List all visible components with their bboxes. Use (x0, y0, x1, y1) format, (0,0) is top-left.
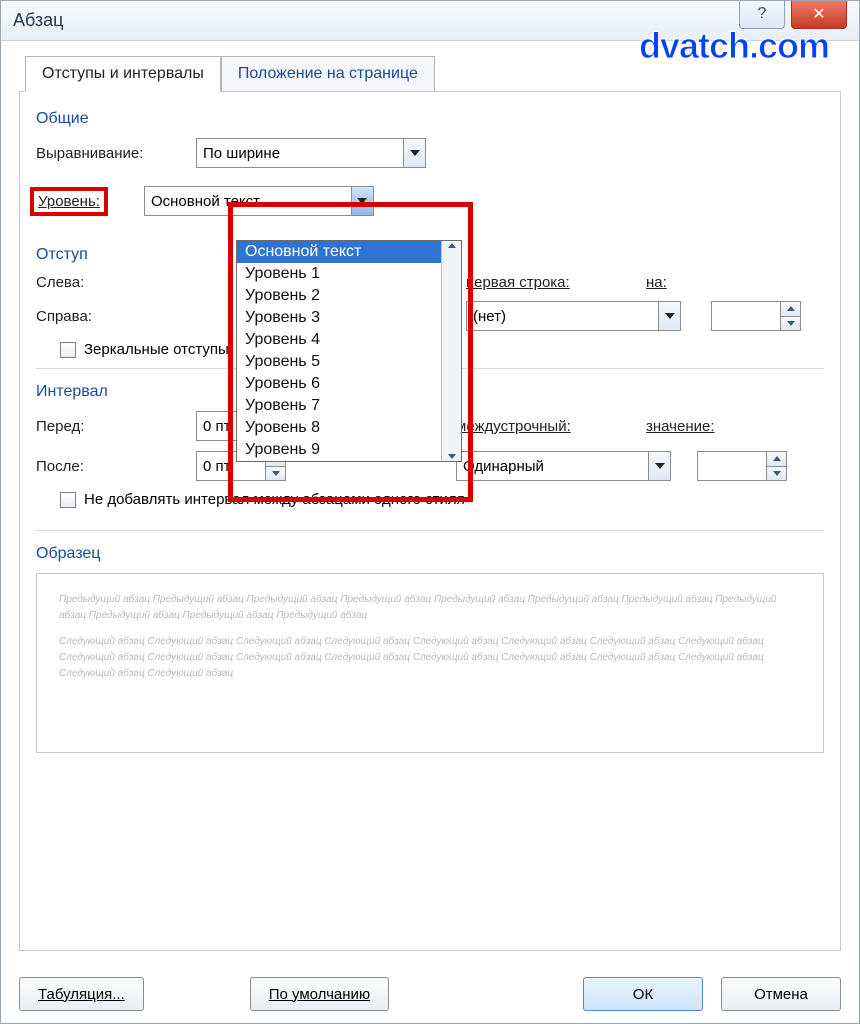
label-linespacing: междустрочный: (456, 418, 646, 435)
dialog-title: Абзац (13, 10, 64, 31)
label-after: После: (36, 458, 196, 475)
label-mirror: Зеркальные отступы (84, 341, 229, 358)
spin-value[interactable] (697, 451, 787, 481)
group-general: Общие (36, 110, 824, 128)
ok-button[interactable]: ОК (583, 977, 703, 1011)
combo-alignment-value: По ширине (197, 145, 403, 162)
combo-linespacing-value: Одинарный (457, 458, 648, 475)
label-right: Справа: (36, 308, 196, 325)
dialog-content: Отступы и интервалы Положение на страниц… (1, 41, 859, 965)
group-preview: Образец (36, 545, 824, 563)
cancel-button[interactable]: Отмена (721, 977, 841, 1011)
label-by: на: (646, 274, 706, 291)
chevron-down-icon[interactable] (648, 452, 670, 480)
spin-up-icon[interactable] (781, 302, 800, 316)
label-left: Слева: (36, 274, 196, 291)
label-firstline: первая строка: (466, 274, 646, 291)
combo-alignment[interactable]: По ширине (196, 138, 426, 168)
spin-up-icon[interactable] (767, 452, 786, 466)
label-level: Уровень: (38, 193, 100, 210)
paragraph-dialog: Абзац ? ✕ dvatch.com Отступы и интервалы… (0, 0, 860, 1024)
spin-down-icon[interactable] (767, 466, 786, 481)
checkbox-mirror[interactable] (60, 342, 76, 358)
chevron-down-icon[interactable] (403, 139, 425, 167)
label-alignment: Выравнивание: (36, 145, 196, 162)
preview-prev-text: Предыдущий абзац Предыдущий абзац Предыд… (59, 592, 801, 624)
combo-firstline-value: (нет) (467, 308, 658, 325)
label-value: значение: (646, 418, 715, 435)
spin-down-icon[interactable] (781, 316, 800, 331)
watermark-text: dvatch.com (639, 25, 829, 67)
chevron-down-icon[interactable] (658, 302, 680, 330)
label-before: Перед: (36, 418, 196, 435)
default-button[interactable]: По умолчанию (250, 977, 389, 1011)
tab-panel: Общие Выравнивание: По ширине Уровень: О… (19, 91, 841, 951)
spin-by[interactable] (711, 301, 801, 331)
combo-linespacing[interactable]: Одинарный (456, 451, 671, 481)
tabs-button[interactable]: Табуляция... (19, 977, 144, 1011)
combo-firstline[interactable]: (нет) (466, 301, 681, 331)
highlight-level-label: Уровень: (30, 187, 108, 216)
tab-indents[interactable]: Отступы и интервалы (25, 56, 221, 92)
preview-box: Предыдущий абзац Предыдущий абзац Предыд… (36, 573, 824, 753)
dialog-buttons: Табуляция... По умолчанию ОК Отмена (1, 965, 859, 1023)
highlight-level-dropdown (228, 202, 473, 502)
tab-pageposition[interactable]: Положение на странице (221, 56, 435, 92)
checkbox-nospace[interactable] (60, 492, 76, 508)
preview-next-text: Следующий абзац Следующий абзац Следующи… (59, 634, 801, 682)
